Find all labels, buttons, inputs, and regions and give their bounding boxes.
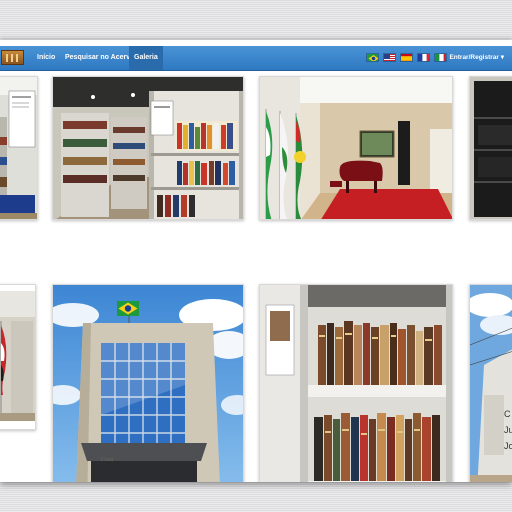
- gallery-photo-building-facade-brazil-flag[interactable]: Casa: [52, 284, 244, 482]
- nav-inicio[interactable]: Início: [32, 46, 60, 70]
- library-logo[interactable]: [1, 50, 24, 65]
- flag-brazil-icon[interactable]: [366, 53, 379, 62]
- nav-galeria[interactable]: Galeria: [129, 46, 163, 70]
- gallery-photo-library-shelves-aisle[interactable]: [52, 76, 244, 220]
- gallery-photo-library-shelves-corner[interactable]: [0, 76, 38, 220]
- login-register-dropdown[interactable]: Entrar/Registrar ▾: [449, 46, 504, 70]
- svg-text:Ju: Ju: [504, 425, 512, 435]
- svg-text:C: C: [504, 409, 511, 419]
- gallery-photo-hallway-flags[interactable]: [0, 284, 36, 430]
- background-top-stripes: [0, 0, 512, 40]
- flag-usa-icon[interactable]: [383, 53, 396, 62]
- gallery-photo-auditorium-flags-piano[interactable]: [259, 76, 453, 220]
- navbar: Início Pesquisar no Acervo Galeria Entra…: [0, 46, 512, 71]
- browser-viewport: Início Pesquisar no Acervo Galeria Entra…: [0, 40, 512, 482]
- flag-spain-icon[interactable]: [400, 53, 413, 62]
- gallery-grid: Casa C J J: [0, 76, 512, 482]
- nav-pesquisar-acervo[interactable]: Pesquisar no Acervo: [60, 46, 139, 70]
- gallery-photo-dark-bookcase[interactable]: [469, 76, 512, 220]
- gallery-photo-old-books-shelf[interactable]: [259, 284, 453, 482]
- flag-france-icon[interactable]: [417, 53, 430, 62]
- flag-italy-icon[interactable]: [434, 53, 447, 62]
- svg-text:Jo: Jo: [504, 441, 512, 451]
- background-bottom-stripes: [0, 482, 512, 512]
- svg-text:Casa: Casa: [101, 457, 113, 463]
- gallery-photo-building-corner-sky[interactable]: C Ju Jo: [469, 284, 512, 482]
